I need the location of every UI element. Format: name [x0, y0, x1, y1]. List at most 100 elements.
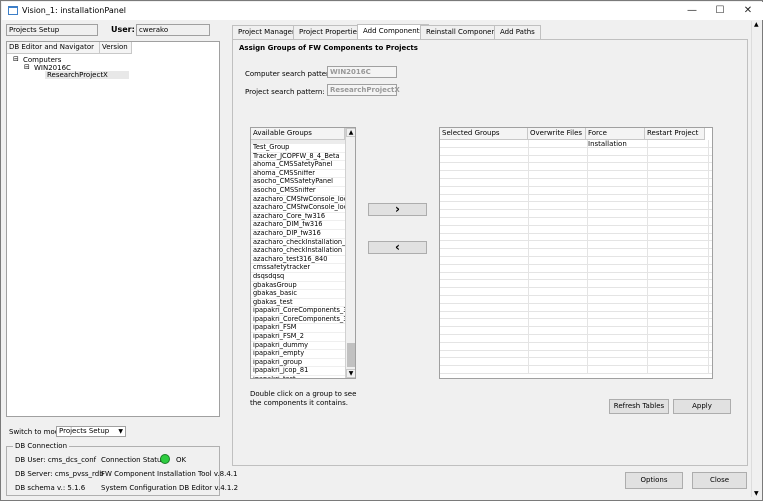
close-window-button[interactable]: ✕: [734, 3, 762, 20]
table-cell[interactable]: [529, 217, 588, 225]
available-group-item[interactable]: azacharo_DIM_fw316: [251, 221, 345, 230]
table-cell[interactable]: [648, 241, 709, 249]
table-cell[interactable]: [440, 264, 529, 272]
available-group-item[interactable]: ipapakri_jcop_81: [251, 367, 345, 377]
scroll-up-arrow-icon[interactable]: ▲: [346, 128, 355, 137]
table-cell[interactable]: [529, 342, 588, 350]
table-cell[interactable]: [648, 295, 709, 303]
available-group-item[interactable]: asocho_CMSSniffer: [251, 187, 345, 196]
available-group-item[interactable]: cmssafetytracker: [251, 264, 345, 273]
table-cell[interactable]: [588, 147, 648, 155]
table-cell[interactable]: [588, 194, 648, 202]
table-cell[interactable]: [648, 303, 709, 311]
maximize-button[interactable]: ☐: [706, 3, 734, 20]
table-cell[interactable]: [529, 280, 588, 288]
table-cell[interactable]: [440, 319, 529, 327]
available-group-item[interactable]: azacharo_checkInstallation: [251, 247, 345, 256]
table-row[interactable]: [440, 147, 712, 156]
table-cell[interactable]: [648, 366, 709, 373]
table-row[interactable]: [440, 241, 712, 250]
table-cell[interactable]: [588, 311, 648, 319]
table-cell[interactable]: [648, 350, 709, 358]
table-cell[interactable]: [588, 186, 648, 194]
available-group-item[interactable]: azacharo_Core_fw316: [251, 213, 345, 222]
available-groups-scrollbar[interactable]: ▲ ▼: [345, 128, 355, 378]
available-group-item[interactable]: ahoma_CMSSniffer: [251, 170, 345, 179]
apply-button[interactable]: Apply: [673, 399, 731, 414]
available-group-item[interactable]: ipapakri_empty: [251, 350, 345, 359]
tree-toggle-win2016c[interactable]: ⊟: [24, 63, 30, 71]
table-cell[interactable]: [440, 140, 529, 147]
table-cell[interactable]: [648, 186, 709, 194]
table-row[interactable]: [440, 342, 712, 351]
table-cell[interactable]: [588, 241, 648, 249]
table-cell[interactable]: [588, 256, 648, 264]
table-cell[interactable]: [440, 233, 529, 241]
available-group-item[interactable]: Tracker_JCOPFW_8_4_Beta: [251, 153, 345, 162]
available-group-item[interactable]: azacharo_checkInstallation_te: [251, 239, 345, 248]
table-cell[interactable]: [440, 171, 529, 178]
close-button[interactable]: Close: [692, 472, 747, 489]
window-scrollbar[interactable]: ▲ ▼: [751, 21, 762, 497]
table-cell[interactable]: [529, 249, 588, 256]
table-cell[interactable]: [440, 249, 529, 256]
table-cell[interactable]: [648, 171, 709, 178]
table-cell[interactable]: [440, 288, 529, 295]
table-cell[interactable]: [440, 295, 529, 303]
table-cell[interactable]: [440, 178, 529, 186]
table-cell[interactable]: [529, 295, 588, 303]
table-cell[interactable]: [648, 264, 709, 272]
table-cell[interactable]: [529, 202, 588, 210]
table-row[interactable]: [440, 280, 712, 289]
tab-add-paths[interactable]: Add Paths: [494, 25, 541, 39]
available-group-item[interactable]: dsqsdqsq: [251, 273, 345, 282]
table-cell[interactable]: [440, 210, 529, 217]
window-scroll-down-icon[interactable]: ▼: [754, 490, 759, 497]
table-cell[interactable]: [529, 350, 588, 358]
table-row[interactable]: [440, 217, 712, 226]
available-group-item[interactable]: gbakas_test: [251, 299, 345, 308]
table-cell[interactable]: [529, 147, 588, 155]
table-row[interactable]: [440, 178, 712, 187]
table-cell[interactable]: [529, 233, 588, 241]
table-cell[interactable]: [588, 358, 648, 366]
table-cell[interactable]: [529, 171, 588, 178]
table-cell[interactable]: [440, 147, 529, 155]
table-row[interactable]: [440, 350, 712, 359]
switch-mode-select[interactable]: Projects Setup ▼: [56, 426, 126, 437]
table-cell[interactable]: [588, 217, 648, 225]
table-cell[interactable]: [529, 327, 588, 334]
table-cell[interactable]: [648, 163, 709, 171]
table-row[interactable]: [440, 327, 712, 335]
table-cell[interactable]: [648, 272, 709, 280]
table-row[interactable]: [440, 366, 712, 374]
db-navigator-tree[interactable]: DB Editor and Navigator Version ⊟ Comput…: [6, 41, 220, 417]
table-cell[interactable]: [588, 155, 648, 163]
available-group-item[interactable]: asocho_CMSSafetyPanel: [251, 178, 345, 187]
table-cell[interactable]: [648, 140, 709, 147]
table-row[interactable]: [440, 210, 712, 218]
table-cell[interactable]: [529, 366, 588, 373]
available-group-item[interactable]: ipapakri_FSM: [251, 324, 345, 334]
table-cell[interactable]: [440, 272, 529, 280]
table-cell[interactable]: [648, 256, 709, 264]
table-cell[interactable]: [648, 155, 709, 163]
table-cell[interactable]: [588, 327, 648, 334]
table-cell[interactable]: [648, 194, 709, 202]
table-row[interactable]: [440, 140, 712, 148]
table-cell[interactable]: [440, 334, 529, 342]
table-row[interactable]: [440, 334, 712, 343]
table-cell[interactable]: [440, 311, 529, 319]
table-cell[interactable]: [529, 225, 588, 233]
table-cell[interactable]: [529, 194, 588, 202]
table-cell[interactable]: [529, 256, 588, 264]
table-cell[interactable]: [529, 210, 588, 217]
table-row[interactable]: [440, 311, 712, 320]
table-cell[interactable]: [648, 358, 709, 366]
available-group-item[interactable]: ipapakri_FSM_2: [251, 333, 345, 342]
table-cell[interactable]: [440, 303, 529, 311]
table-cell[interactable]: [588, 264, 648, 272]
table-cell[interactable]: [648, 202, 709, 210]
available-group-item[interactable]: azacharo_DIP_fw316: [251, 230, 345, 239]
table-cell[interactable]: [588, 303, 648, 311]
